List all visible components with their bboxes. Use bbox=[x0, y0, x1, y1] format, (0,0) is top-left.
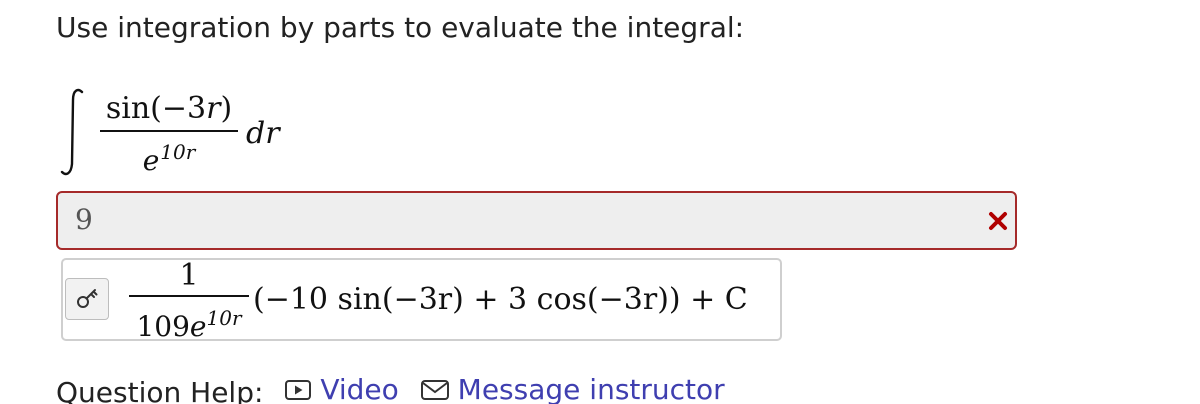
answer-preview: 1 109e10r (−10 sin(−3r) + 3 cos(−3r)) + … bbox=[61, 258, 782, 344]
question-prompt: Use integration by parts to evaluate the… bbox=[56, 11, 745, 44]
page: Use integration by parts to evaluate the… bbox=[0, 0, 1200, 404]
integrand-fraction: sin(−3r) e10r bbox=[100, 90, 238, 177]
question-help: Question Help: Video Message instructor bbox=[56, 372, 725, 404]
fraction-bar bbox=[129, 295, 249, 297]
message-instructor-link[interactable]: Message instructor bbox=[408, 372, 725, 404]
envelope-icon bbox=[420, 380, 449, 400]
integrand-numerator: sin(−3r) bbox=[105, 91, 233, 126]
preview-expression: (−10 sin(−3r) + 3 cos(−3r)) + C bbox=[253, 282, 748, 317]
key-icon bbox=[77, 289, 98, 308]
integral-expression: sin(−3r) e10r dr bbox=[56, 86, 316, 186]
answer-value: 9 bbox=[75, 203, 93, 236]
preview-numerator: 1 bbox=[179, 258, 199, 293]
message-instructor-label[interactable]: Message instructor bbox=[458, 372, 725, 404]
key-button[interactable] bbox=[65, 278, 109, 320]
integrand-denominator: e10r bbox=[142, 140, 196, 177]
fraction-bar bbox=[100, 130, 238, 132]
preview-fraction: 1 109e10r bbox=[129, 260, 249, 344]
x-mark-icon bbox=[989, 212, 1007, 230]
video-link[interactable]: Video bbox=[272, 372, 399, 404]
video-play-icon bbox=[285, 380, 312, 400]
video-link-label[interactable]: Video bbox=[320, 372, 398, 404]
differential: dr bbox=[246, 116, 280, 151]
help-label: Question Help: bbox=[56, 376, 264, 404]
preview-denominator: 109e10r bbox=[136, 306, 242, 343]
integral-sign-icon bbox=[60, 88, 84, 176]
answer-input[interactable]: 9 bbox=[56, 191, 1017, 250]
